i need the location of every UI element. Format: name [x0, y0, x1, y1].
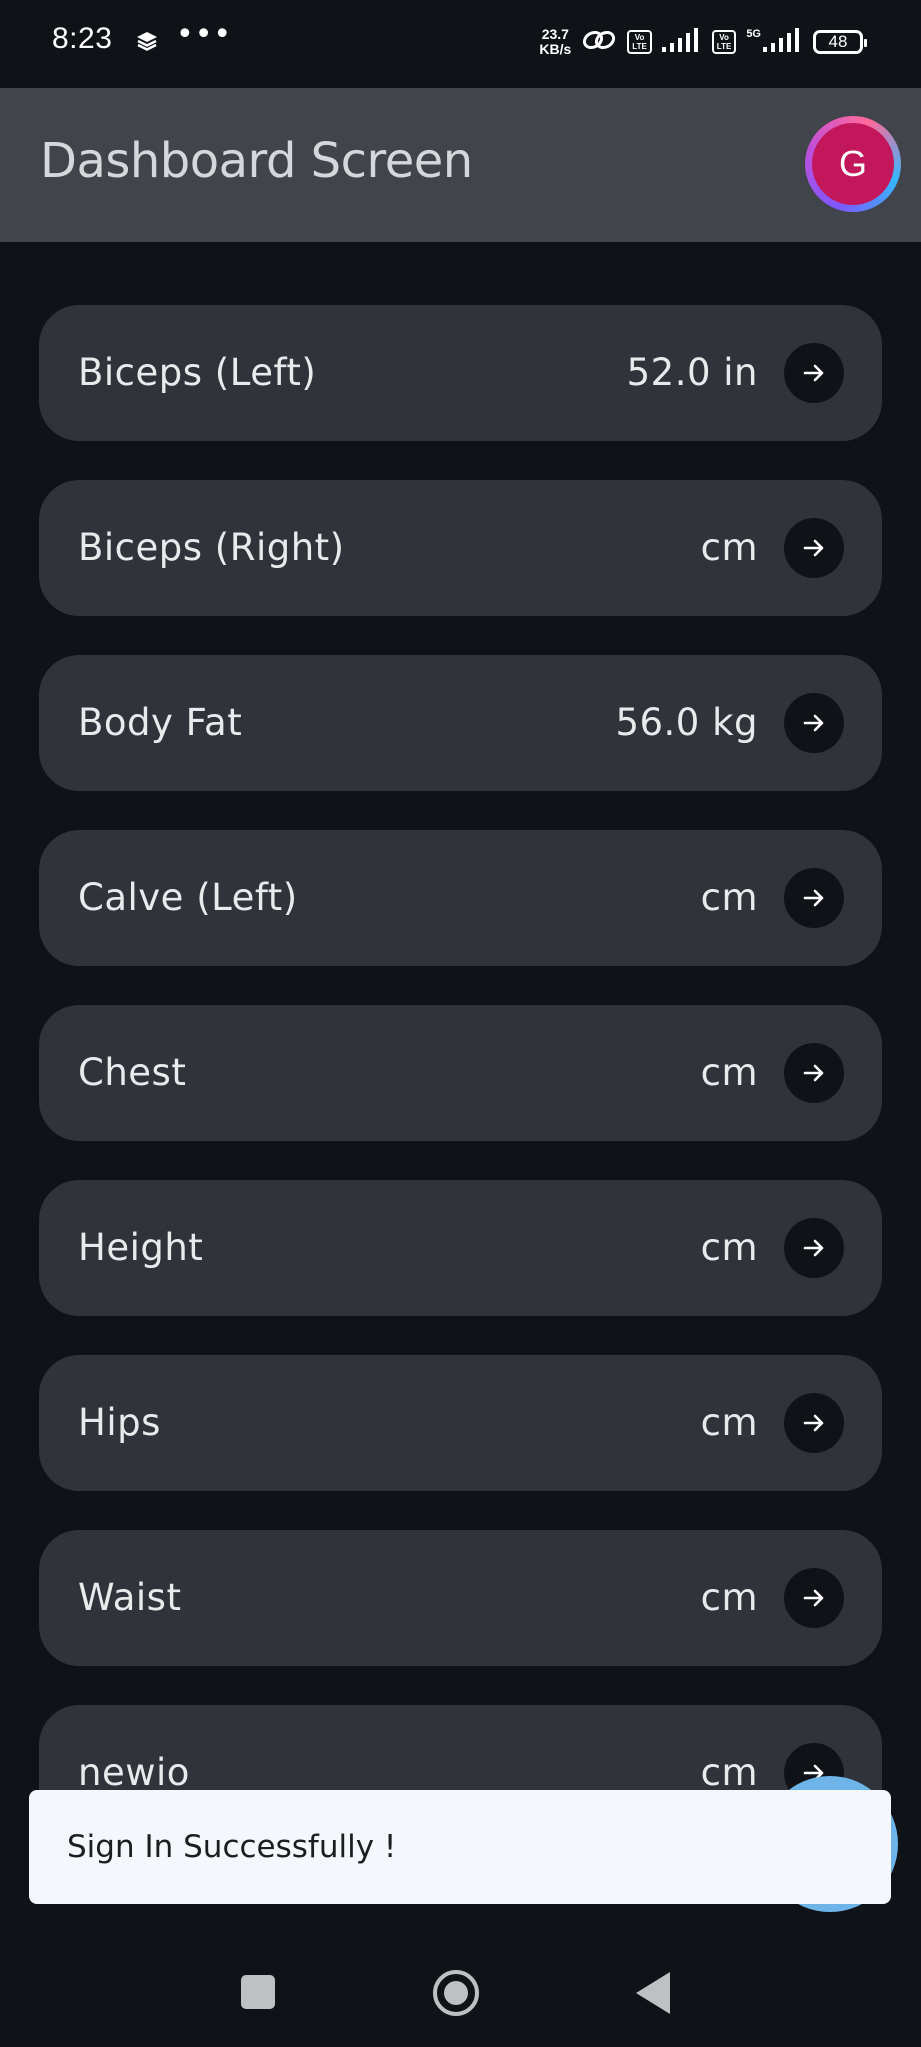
arrow-right-icon[interactable] [784, 1393, 844, 1453]
arrow-right-icon[interactable] [784, 518, 844, 578]
avatar-button[interactable]: G [805, 116, 901, 212]
measurement-label: Biceps (Left) [78, 351, 317, 394]
snackbar-message: Sign In Successfully ! [67, 1829, 397, 1865]
measurement-label: Biceps (Right) [78, 526, 345, 569]
measurement-value: cm [700, 1401, 758, 1444]
measurement-label: Body Fat [78, 701, 243, 744]
network-speed-unit: KB/s [539, 41, 572, 57]
measurement-label: Chest [78, 1051, 187, 1094]
arrow-right-icon[interactable] [784, 1568, 844, 1628]
measurement-card-waist[interactable]: Waist cm [39, 1530, 882, 1666]
arrow-right-icon[interactable] [784, 1218, 844, 1278]
volte-badge-1: Vo LTE [627, 30, 652, 54]
system-nav-bar [0, 1930, 921, 2047]
measurement-label: Hips [78, 1401, 161, 1444]
volte-2-line-2: LTE [716, 42, 732, 51]
status-time: 8:23 [52, 22, 113, 55]
measurement-card-body-fat[interactable]: Body Fat 56.0 kg [39, 655, 882, 791]
battery-level: 48 [828, 32, 848, 51]
home-button[interactable] [433, 1970, 479, 2016]
measurement-card-hips[interactable]: Hips cm [39, 1355, 882, 1491]
measurement-value: cm [700, 876, 758, 919]
measurement-card-calve-left[interactable]: Calve (Left) cm [39, 830, 882, 966]
network-speed: 23.7 KB/s [539, 27, 571, 57]
hotspot-link-icon [581, 26, 617, 58]
volte-2-line-1: Vo [719, 33, 729, 42]
measurement-value: cm [700, 526, 758, 569]
volte-1-line-1: Vo [634, 33, 645, 42]
status-bar: 8:23 ••• 23.7 KB/s Vo LTE Vo LTE 5G 48 [0, 0, 921, 88]
layers-icon [135, 30, 159, 56]
measurement-label: Waist [78, 1576, 182, 1619]
measurement-label: Calve (Left) [78, 876, 298, 919]
back-button[interactable] [636, 1972, 670, 2014]
signal-bars-icon-1 [661, 27, 702, 57]
measurement-card-biceps-right[interactable]: Biceps (Right) cm [39, 480, 882, 616]
battery-icon: 48 [813, 30, 867, 54]
measurement-card-biceps-left[interactable]: Biceps (Left) 52.0 in [39, 305, 882, 441]
snackbar: Sign In Successfully ! [29, 1790, 891, 1904]
more-notifications-icon: ••• [176, 17, 233, 52]
measurement-value: 56.0 kg [615, 701, 758, 744]
circle-icon [444, 1981, 468, 2005]
avatar-initial: G [838, 143, 867, 184]
arrow-right-icon[interactable] [784, 693, 844, 753]
measurement-value: cm [700, 1576, 758, 1619]
arrow-right-icon[interactable] [784, 868, 844, 928]
page-title: Dashboard Screen [40, 133, 473, 189]
arrow-right-icon[interactable] [784, 1043, 844, 1103]
network-type: 5G [746, 28, 761, 40]
measurement-label: Height [78, 1226, 204, 1269]
measurement-value: cm [700, 1051, 758, 1094]
measurement-value: cm [700, 1226, 758, 1269]
volte-1-line-2: LTE [632, 42, 647, 51]
arrow-right-icon[interactable] [784, 343, 844, 403]
measurement-list: Biceps (Left) 52.0 in Biceps (Right) cm … [39, 305, 882, 1880]
app-bar: Dashboard Screen G [0, 88, 921, 242]
avatar: G [812, 123, 894, 205]
volte-badge-2: Vo LTE [711, 30, 737, 54]
status-indicators: 23.7 KB/s Vo LTE Vo LTE 5G 48 [539, 22, 867, 62]
recent-apps-button[interactable] [241, 1975, 275, 2009]
network-speed-value: 23.7 [541, 26, 569, 42]
signal-bars-icon-2 [763, 27, 803, 57]
measurement-value: 52.0 in [626, 351, 758, 394]
measurement-card-chest[interactable]: Chest cm [39, 1005, 882, 1141]
measurement-card-height[interactable]: Height cm [39, 1180, 882, 1316]
